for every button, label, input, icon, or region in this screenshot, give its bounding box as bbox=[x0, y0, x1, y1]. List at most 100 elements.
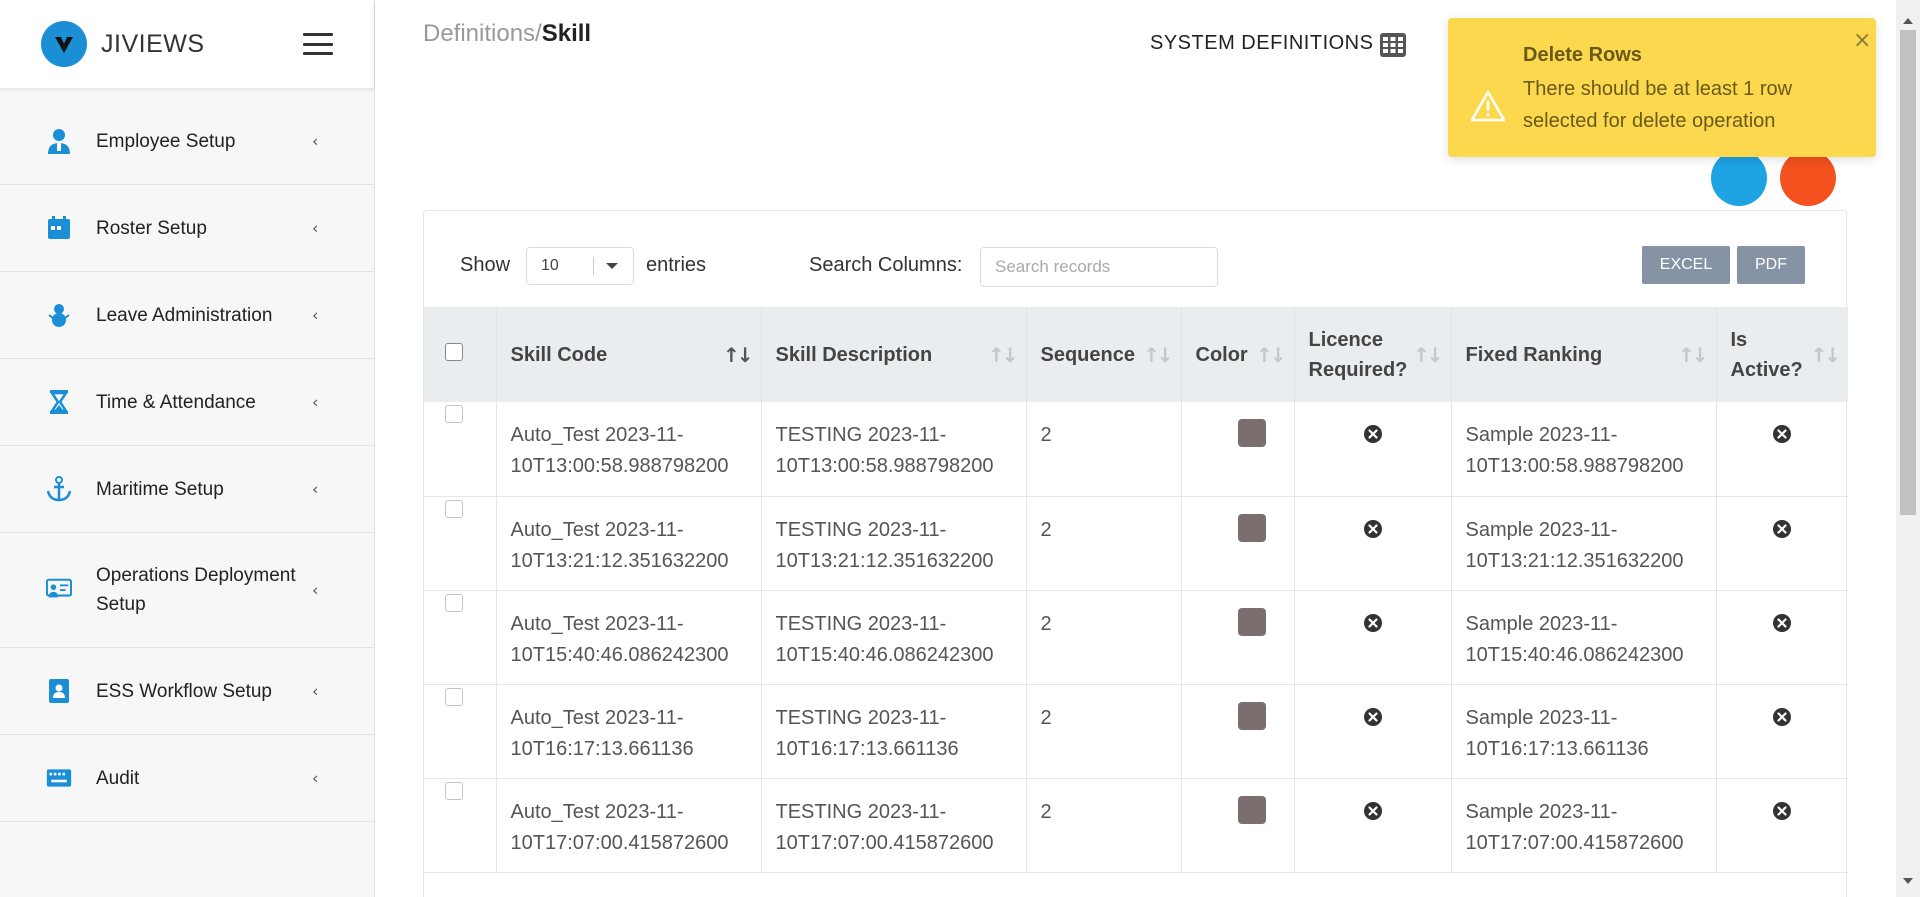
scroll-up-icon[interactable] bbox=[1903, 18, 1913, 24]
toast-message: There should be at least 1 row selected … bbox=[1523, 78, 1793, 132]
sidebar-item-label: Roster Setup bbox=[96, 217, 207, 239]
row-select-cell bbox=[424, 496, 497, 591]
cell-sequence: 2 bbox=[1026, 402, 1182, 497]
color-swatch bbox=[1237, 419, 1266, 447]
add-button[interactable] bbox=[1711, 150, 1767, 206]
entries-select[interactable]: 10 bbox=[526, 247, 634, 285]
sidebar-item-label: ESS Workflow Setup bbox=[96, 680, 273, 702]
keyboard-icon bbox=[46, 765, 72, 791]
sidebar-item-employee-setup[interactable]: Employee Setup ‹ bbox=[0, 98, 374, 185]
row-select-cell bbox=[424, 778, 497, 873]
sidebar-item-operations-deployment-setup[interactable]: Operations Deployment Setup ‹ bbox=[0, 533, 374, 648]
cell-licence-required bbox=[1294, 684, 1452, 779]
table-row[interactable]: Auto_Test 2023-11-10T15:40:46.086242300 T… bbox=[424, 590, 1848, 685]
cell-sequence: 2 bbox=[1026, 496, 1182, 591]
col-sequence[interactable]: Sequence ↑↓ bbox=[1026, 307, 1182, 402]
cross-circle-icon bbox=[1363, 706, 1383, 726]
sort-icon: ↑↓ bbox=[1255, 342, 1286, 367]
scroll-down-icon[interactable] bbox=[1903, 878, 1913, 884]
table-toolbar: Show 10 entries Search Columns: EXCEL PD… bbox=[424, 211, 1846, 307]
cell-skill-code: Auto_Test 2023-11-10T16:17:13.661136 bbox=[496, 684, 762, 779]
sidebar-item-maritime-setup[interactable]: Maritime Setup ‹ bbox=[0, 446, 374, 533]
close-icon[interactable]: × bbox=[1853, 28, 1871, 53]
table-row[interactable]: Auto_Test 2023-11-10T17:07:00.415872600 T… bbox=[424, 778, 1848, 873]
col-label: Sequence bbox=[1040, 343, 1135, 366]
cross-circle-icon bbox=[1772, 518, 1792, 538]
color-swatch bbox=[1237, 607, 1266, 636]
scroll-thumb[interactable] bbox=[1900, 30, 1916, 515]
table-row[interactable]: Auto_Test 2023-11-10T13:00:58.988798200 T… bbox=[424, 402, 1848, 497]
row-checkbox[interactable] bbox=[445, 781, 463, 800]
sidebar-item-roster-setup[interactable]: Roster Setup ‹ bbox=[0, 185, 374, 272]
col-label: Is Active? bbox=[1730, 328, 1803, 381]
badge-icon bbox=[46, 678, 72, 704]
sidebar-item-label: Operations Deployment Setup bbox=[96, 565, 296, 615]
sidebar-item-time-attendance[interactable]: Time & Attendance ‹ bbox=[0, 359, 374, 446]
col-is-active[interactable]: Is Active? ↑↓ bbox=[1716, 307, 1848, 402]
cell-skill-description: TESTING 2023-11-10T16:17:13.661136 bbox=[761, 684, 1027, 779]
col-skill-description[interactable]: Skill Description ↑↓ bbox=[761, 307, 1027, 402]
show-label: Show bbox=[460, 254, 511, 276]
sort-icon: ↑↓ bbox=[1412, 342, 1443, 367]
sidebar-item-label: Leave Administration bbox=[96, 304, 273, 326]
table-body: Auto_Test 2023-11-10T13:00:58.988798200 T… bbox=[424, 402, 1848, 873]
col-label: Color bbox=[1195, 343, 1248, 366]
cross-circle-icon bbox=[1363, 612, 1383, 632]
color-swatch bbox=[1237, 513, 1266, 542]
cell-is-active bbox=[1716, 402, 1848, 497]
cell-is-active bbox=[1716, 590, 1848, 685]
cell-fixed-ranking: Sample 2023-11-10T17:07:00.415872600 bbox=[1451, 778, 1717, 873]
system-definitions-link[interactable]: SYSTEM DEFINITIONS bbox=[1150, 32, 1373, 55]
chevron-left-icon: ‹ bbox=[312, 580, 319, 600]
color-swatch bbox=[1237, 701, 1266, 730]
breadcrumb-parent[interactable]: Definitions/ bbox=[423, 20, 542, 47]
cell-color bbox=[1181, 684, 1295, 779]
sidebar-item-ess-workflow-setup[interactable]: ESS Workflow Setup ‹ bbox=[0, 648, 374, 735]
entries-label: entries bbox=[646, 254, 707, 276]
col-licence-required[interactable]: Licence Required? ↑↓ bbox=[1294, 307, 1452, 402]
caret-down-icon bbox=[606, 263, 618, 269]
chevron-left-icon: ‹ bbox=[312, 218, 319, 238]
menu-toggle-icon[interactable] bbox=[303, 33, 333, 55]
cell-is-active bbox=[1716, 496, 1848, 591]
cell-licence-required bbox=[1294, 402, 1452, 497]
page-scrollbar[interactable] bbox=[1896, 0, 1920, 897]
sidebar-item-audit[interactable]: Audit ‹ bbox=[0, 735, 374, 822]
cell-is-active bbox=[1716, 778, 1848, 873]
chevron-left-icon: ‹ bbox=[312, 131, 319, 151]
search-input[interactable] bbox=[980, 247, 1218, 287]
select-all-checkbox[interactable] bbox=[445, 342, 463, 361]
chevron-left-icon: ‹ bbox=[312, 681, 319, 701]
sidebar-nav: Employee Setup ‹ Roster Setup ‹ Leave Ad… bbox=[0, 98, 374, 822]
search-label: Search Columns: bbox=[809, 254, 963, 276]
sidebar-item-label: Time & Attendance bbox=[96, 391, 256, 413]
cross-circle-icon bbox=[1772, 800, 1792, 820]
col-color[interactable]: Color ↑↓ bbox=[1181, 307, 1295, 402]
cross-circle-icon bbox=[1363, 800, 1383, 820]
breadcrumb: Definitions/Skill bbox=[423, 20, 591, 48]
col-label: Skill Code bbox=[510, 343, 608, 366]
row-checkbox[interactable] bbox=[445, 499, 463, 518]
color-swatch bbox=[1237, 795, 1266, 824]
sort-icon: ↑↓ bbox=[987, 342, 1018, 367]
cell-skill-description: TESTING 2023-11-10T13:00:58.988798200 bbox=[761, 402, 1027, 497]
table-row[interactable]: Auto_Test 2023-11-10T13:21:12.351632200 T… bbox=[424, 496, 1848, 591]
excel-export-button[interactable]: EXCEL bbox=[1642, 246, 1730, 284]
row-checkbox[interactable] bbox=[445, 593, 463, 612]
brand-name: JIVIEWS bbox=[101, 29, 205, 58]
entries-value: 10 bbox=[541, 257, 559, 274]
table-row[interactable]: Auto_Test 2023-11-10T16:17:13.661136 TEST… bbox=[424, 684, 1848, 779]
grid-icon[interactable] bbox=[1379, 32, 1407, 63]
row-checkbox[interactable] bbox=[445, 405, 463, 423]
sidebar-item-leave-administration[interactable]: Leave Administration ‹ bbox=[0, 272, 374, 359]
col-skill-code[interactable]: Skill Code ↑↓ bbox=[496, 307, 762, 402]
pdf-export-button[interactable]: PDF bbox=[1737, 246, 1805, 284]
row-select-cell bbox=[424, 402, 497, 497]
cell-sequence: 2 bbox=[1026, 778, 1182, 873]
row-checkbox[interactable] bbox=[445, 687, 463, 706]
cross-circle-icon bbox=[1772, 706, 1792, 726]
cell-skill-description: TESTING 2023-11-10T17:07:00.415872600 bbox=[761, 778, 1027, 873]
delete-button[interactable] bbox=[1780, 150, 1836, 206]
col-fixed-ranking[interactable]: Fixed Ranking ↑↓ bbox=[1451, 307, 1717, 402]
sidebar-item-label: Employee Setup bbox=[96, 130, 236, 152]
